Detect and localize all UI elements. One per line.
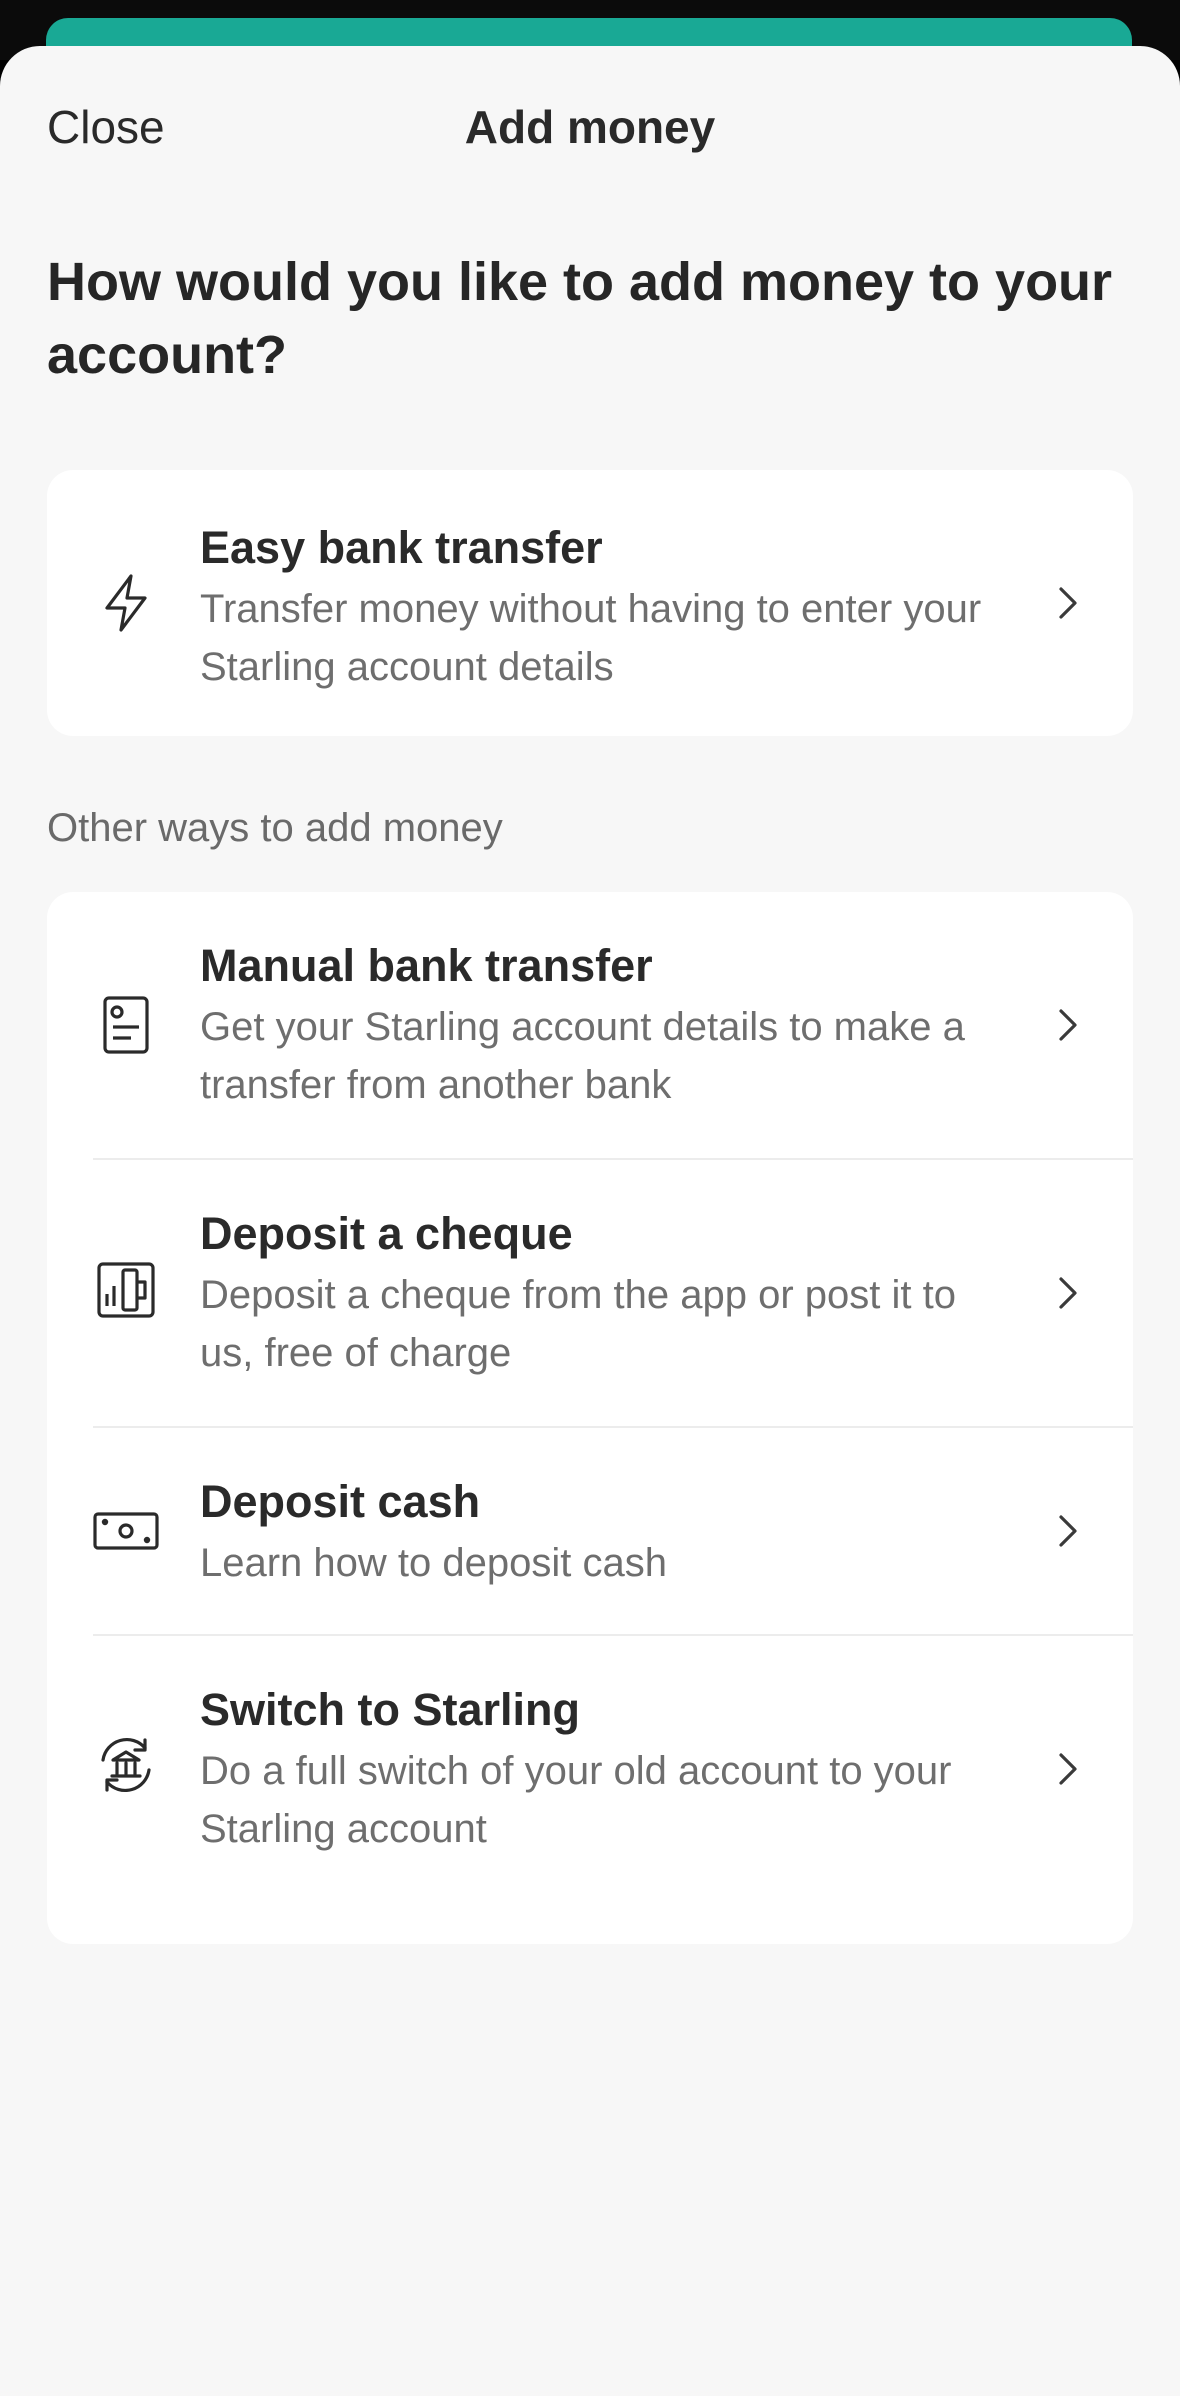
sheet-header: Close Add money — [0, 46, 1180, 216]
section-label: Other ways to add money — [47, 806, 503, 850]
chevron-right-icon — [1047, 1749, 1087, 1789]
add-money-sheet: Close Add money How would you like to ad… — [0, 46, 1180, 2396]
bank-switch-icon — [93, 1732, 159, 1798]
manual-bank-transfer-option[interactable]: Manual bank transfer Get your Starling a… — [47, 892, 1133, 1158]
option-description: Do a full switch of your old account to … — [200, 1749, 952, 1851]
page-title: Add money — [464, 101, 716, 153]
switch-to-starling-option[interactable]: Switch to Starling Do a full switch of y… — [47, 1636, 1133, 1944]
option-description: Transfer money without having to enter y… — [200, 587, 982, 689]
option-title: Manual bank transfer — [200, 940, 653, 991]
easy-transfer-card: Easy bank transfer Transfer money withou… — [47, 470, 1133, 736]
cash-icon — [93, 1498, 159, 1564]
option-description: Learn how to deposit cash — [200, 1541, 667, 1585]
chevron-right-icon — [1047, 1273, 1087, 1313]
easy-bank-transfer-option[interactable]: Easy bank transfer Transfer money withou… — [47, 470, 1133, 736]
option-description: Deposit a cheque from the app or post it… — [200, 1273, 956, 1375]
option-title: Deposit a cheque — [200, 1208, 573, 1259]
account-details-icon — [93, 992, 159, 1058]
cheque-icon — [93, 1256, 159, 1322]
option-title: Deposit cash — [200, 1476, 481, 1527]
lightning-icon — [93, 570, 159, 636]
question-heading: How would you like to add money to your … — [47, 252, 1113, 385]
deposit-cheque-option[interactable]: Deposit a cheque Deposit a cheque from t… — [47, 1160, 1133, 1426]
option-title: Easy bank transfer — [200, 522, 603, 573]
chevron-right-icon — [1047, 1511, 1087, 1551]
chevron-right-icon — [1047, 583, 1087, 623]
deposit-cash-option[interactable]: Deposit cash Learn how to deposit cash — [47, 1428, 1133, 1634]
option-description: Get your Starling account details to mak… — [200, 1005, 965, 1107]
chevron-right-icon — [1047, 1005, 1087, 1045]
other-ways-card: Manual bank transfer Get your Starling a… — [47, 892, 1133, 1944]
option-title: Switch to Starling — [200, 1684, 581, 1735]
